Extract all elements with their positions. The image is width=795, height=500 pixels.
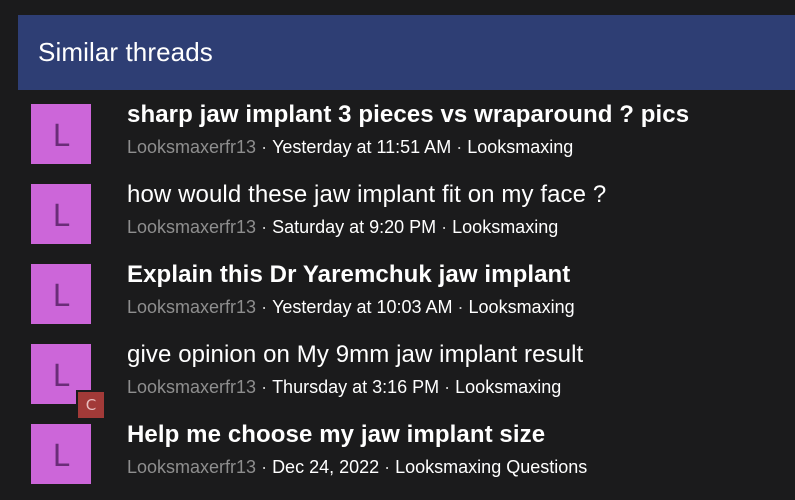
avatar-letter: L — [52, 118, 70, 154]
meta-separator: · — [261, 297, 268, 317]
thread-forum-link[interactable]: Looksmaxing — [469, 297, 575, 317]
meta-separator: · — [261, 377, 268, 397]
thread-forum-link[interactable]: Looksmaxing — [452, 217, 558, 237]
thread-forum-link[interactable]: Looksmaxing — [467, 137, 573, 157]
thread-date-link[interactable]: Saturday at 9:20 PM — [272, 217, 436, 237]
last-poster-avatar-letter: C — [85, 396, 97, 414]
thread-title-link[interactable]: Explain this Dr Yaremchuk jaw implant — [127, 261, 570, 289]
thread-date-link[interactable]: Dec 24, 2022 — [272, 457, 379, 477]
thread-meta: Looksmaxerfr13 · Saturday at 9:20 PM · Looks… — [127, 217, 558, 238]
thread-title-link[interactable]: sharp jaw implant 3 pieces vs wraparound… — [127, 101, 689, 129]
meta-separator: · — [261, 217, 268, 237]
avatar[interactable]: L — [31, 104, 91, 164]
meta-separator: · — [261, 457, 268, 477]
thread-title-link[interactable]: how would these jaw implant fit on my fa… — [127, 181, 606, 209]
thread-date-link[interactable]: Yesterday at 10:03 AM — [272, 297, 452, 317]
meta-separator: · — [261, 137, 268, 157]
thread-title-link[interactable]: give opinion on My 9mm jaw implant resul… — [127, 341, 583, 369]
meta-separator: · — [457, 297, 464, 317]
avatar[interactable]: L — [31, 424, 91, 484]
thread-item: L how would these jaw implant fit on my … — [18, 175, 795, 255]
thread-forum-link[interactable]: Looksmaxing — [455, 377, 561, 397]
avatar-letter: L — [52, 358, 70, 394]
panel-title: Similar threads — [38, 37, 213, 67]
similar-threads-panel: Similar threads L sharp jaw implant 3 pi… — [18, 15, 795, 500]
panel-header: Similar threads — [18, 15, 795, 90]
avatar-letter: L — [52, 198, 70, 234]
thread-item: L Help me choose my jaw implant size Loo… — [18, 415, 795, 495]
thread-meta: Looksmaxerfr13 · Yesterday at 11:51 AM · Loo… — [127, 137, 573, 158]
thread-meta: Looksmaxerfr13 · Yesterday at 10:03 AM · Loo… — [127, 297, 575, 318]
meta-separator: · — [384, 457, 391, 477]
thread-meta: Looksmaxerfr13 · Dec 24, 2022 · Looksmaxing … — [127, 457, 587, 478]
avatar-letter: L — [52, 438, 70, 474]
thread-author-link[interactable]: Looksmaxerfr13 — [127, 137, 256, 157]
meta-separator: · — [456, 137, 463, 157]
thread-title-link[interactable]: Help me choose my jaw implant size — [127, 421, 545, 449]
thread-author-link[interactable]: Looksmaxerfr13 — [127, 457, 256, 477]
avatar[interactable]: L — [31, 264, 91, 324]
thread-item: L sharp jaw implant 3 pieces vs wraparou… — [18, 95, 795, 175]
meta-separator: · — [444, 377, 451, 397]
thread-item: L C give opinion on My 9mm jaw implant r… — [18, 335, 795, 420]
avatar[interactable]: L — [31, 184, 91, 244]
thread-author-link[interactable]: Looksmaxerfr13 — [127, 377, 256, 397]
thread-author-link[interactable]: Looksmaxerfr13 — [127, 217, 256, 237]
thread-author-link[interactable]: Looksmaxerfr13 — [127, 297, 256, 317]
thread-item: L Explain this Dr Yaremchuk jaw implant … — [18, 255, 795, 335]
thread-date-link[interactable]: Thursday at 3:16 PM — [272, 377, 439, 397]
avatar-letter: L — [52, 278, 70, 314]
thread-forum-link[interactable]: Looksmaxing Questions — [395, 457, 587, 477]
thread-date-link[interactable]: Yesterday at 11:51 AM — [272, 137, 451, 157]
meta-separator: · — [441, 217, 448, 237]
thread-meta: Looksmaxerfr13 · Thursday at 3:16 PM · Looks… — [127, 377, 561, 398]
